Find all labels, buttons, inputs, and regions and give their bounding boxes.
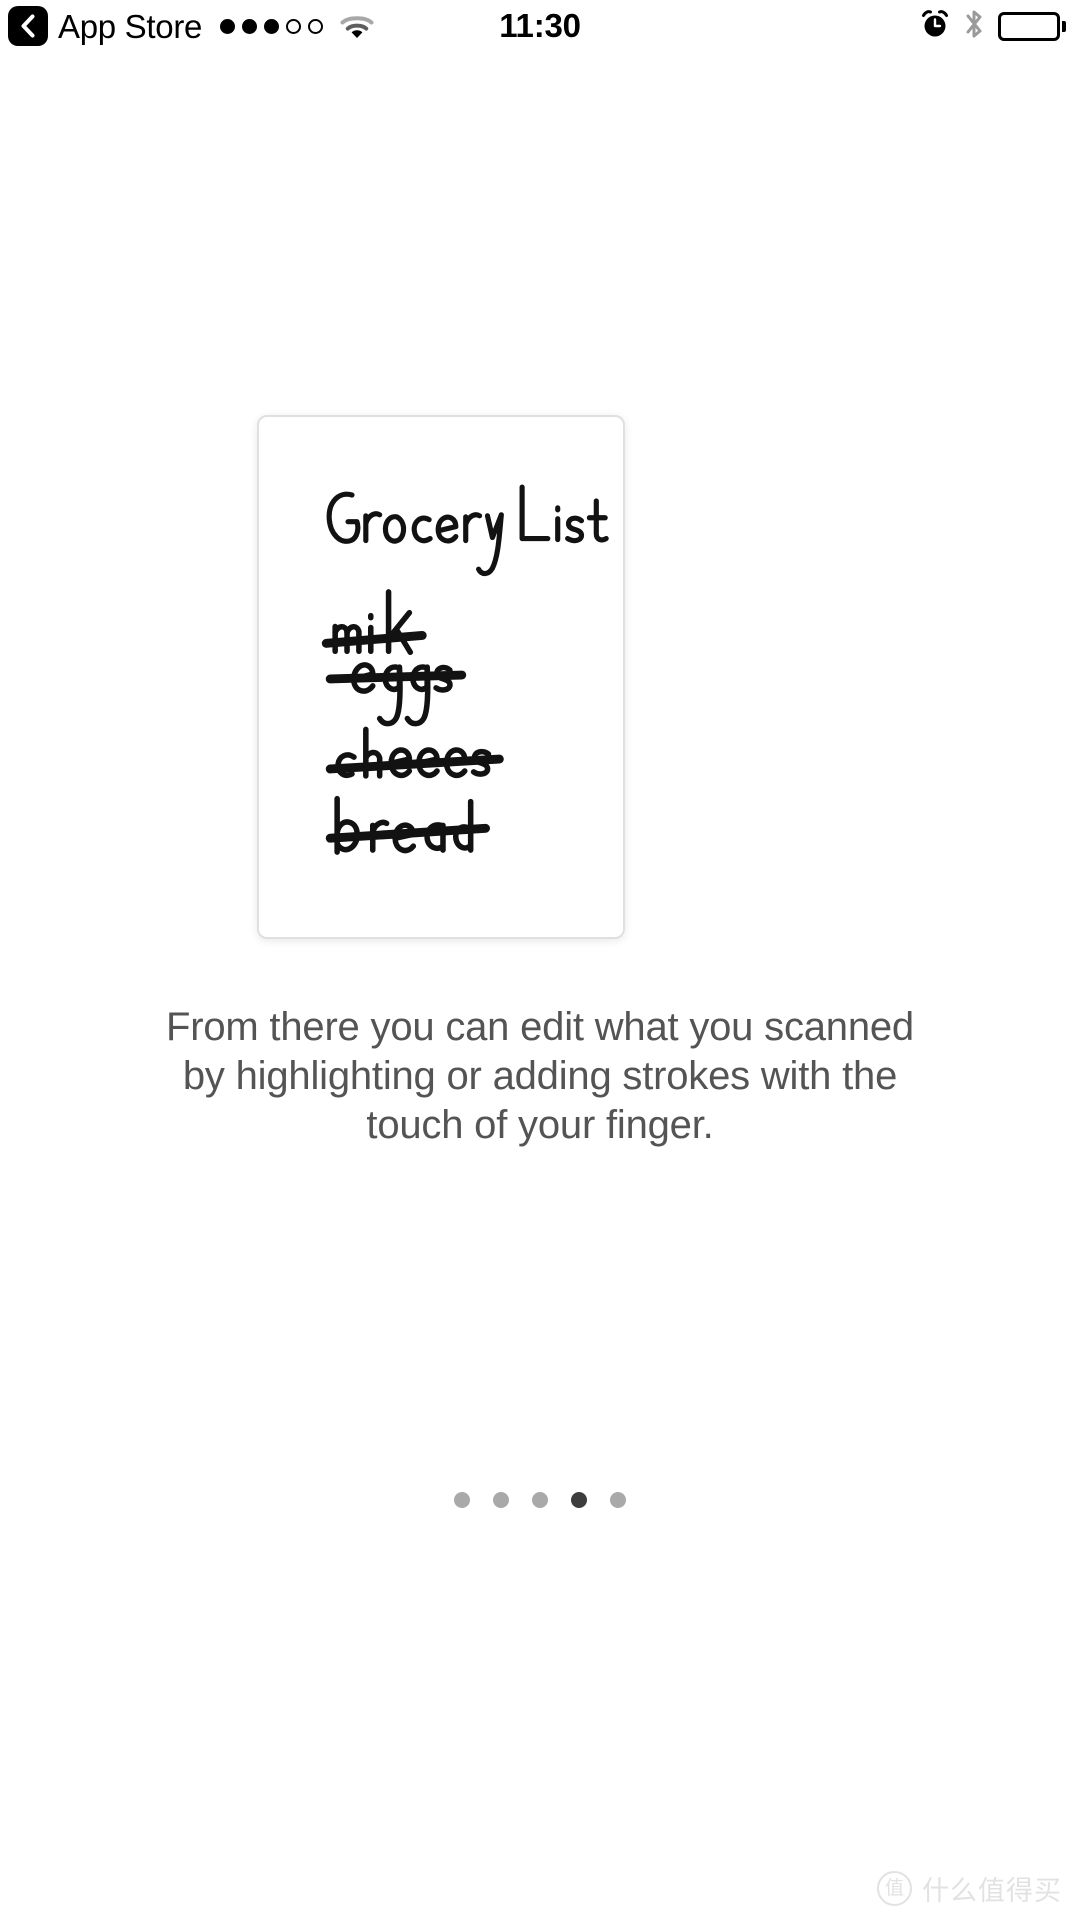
handwritten-note-drawing bbox=[321, 484, 609, 855]
watermark-logo-icon: 值 bbox=[877, 1871, 912, 1906]
caption-line-3: touch of your finger. bbox=[366, 1103, 714, 1147]
alarm-clock-icon bbox=[920, 9, 950, 44]
page-dot-5[interactable] bbox=[610, 1492, 626, 1508]
clock-time: 11:30 bbox=[499, 7, 581, 44]
status-bar-right-group bbox=[920, 0, 1066, 52]
page-dot-1[interactable] bbox=[454, 1492, 470, 1508]
page-dot-2[interactable] bbox=[493, 1492, 509, 1508]
watermark-text: 什么值得买 bbox=[922, 1876, 1062, 1906]
status-bar: App Store 11:30 bbox=[0, 0, 1080, 52]
page-control[interactable] bbox=[0, 1492, 1080, 1508]
caption-line-2: by highlighting or adding strokes with t… bbox=[182, 1054, 898, 1098]
page-dot-3[interactable] bbox=[532, 1492, 548, 1508]
scanned-note-card[interactable] bbox=[257, 415, 625, 939]
caption-line-1: From there you can edit what you scanned bbox=[166, 1005, 914, 1049]
bluetooth-icon bbox=[964, 8, 984, 45]
battery-full-icon bbox=[998, 11, 1066, 41]
page-dot-4[interactable] bbox=[571, 1492, 587, 1508]
onboarding-caption: From there you can edit what you scanned… bbox=[50, 1003, 1030, 1150]
status-bar-clock: 11:30 bbox=[0, 0, 1080, 52]
watermark: 值 什么值得买 bbox=[877, 1869, 1062, 1908]
